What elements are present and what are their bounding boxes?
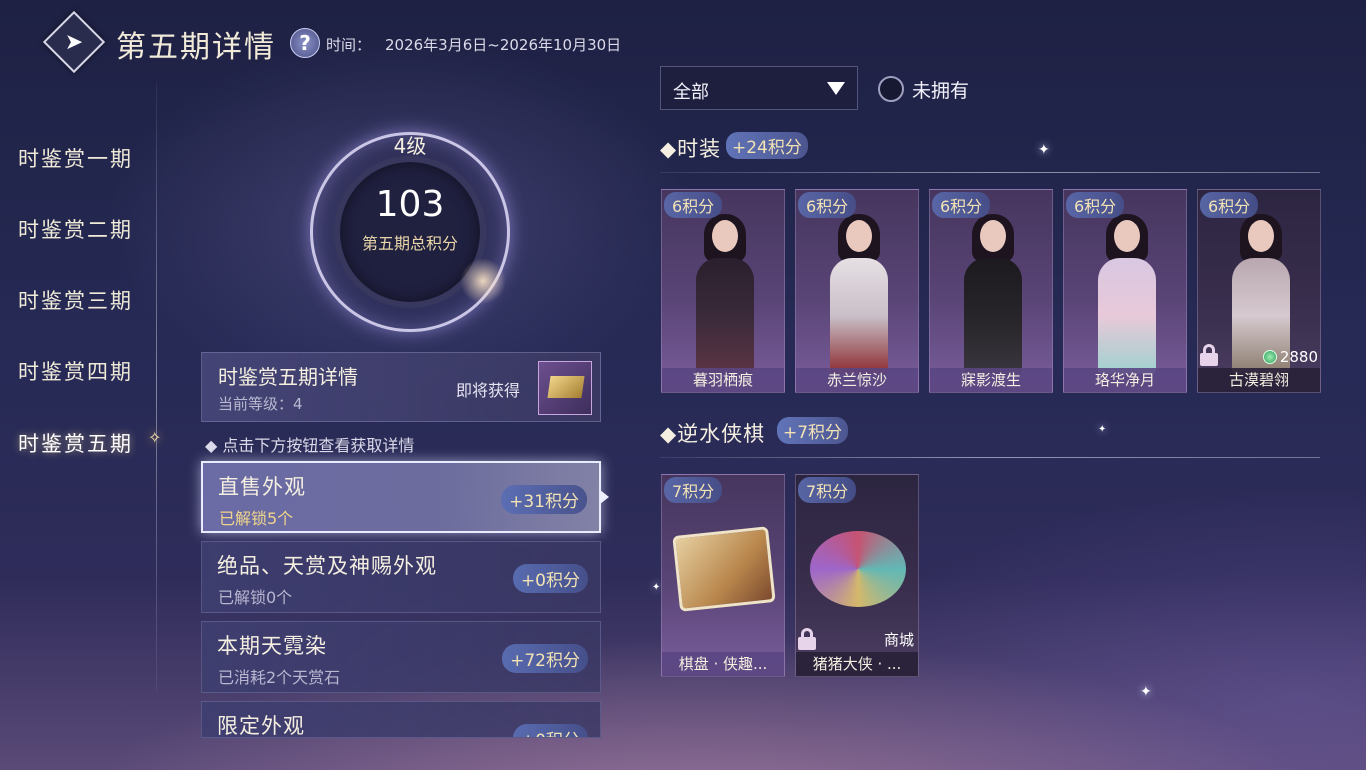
costume-figure: [830, 214, 888, 374]
source-title: 直售外观: [218, 475, 306, 499]
source-title: 限定外观: [217, 714, 305, 738]
nav-item-period-5[interactable]: 时鉴赏五期: [18, 428, 133, 458]
chest-item: [810, 531, 906, 607]
ring-glint: [460, 258, 506, 304]
hint-text: ◆ 点击下方按钮查看获取详情: [205, 436, 415, 455]
nav-item-period-3[interactable]: 时鉴赏三期: [18, 285, 133, 315]
card-name: 寐影渡生: [930, 368, 1052, 392]
shop-label: 商城: [883, 631, 914, 649]
section-title-fashion: ◆时装: [660, 137, 722, 161]
detail-title: 时鉴赏五期详情: [218, 365, 358, 389]
card-name: 猪猪大侠 · ...: [796, 652, 918, 676]
costume-figure: [964, 214, 1022, 374]
upcoming-reward-label: 即将获得: [456, 381, 521, 400]
lock-icon: [798, 628, 816, 650]
source-title: 本期天霓染: [217, 634, 327, 658]
item-card[interactable]: 6积分 2880 古漠碧翎: [1197, 189, 1321, 393]
card-name: 古漠碧翎: [1198, 368, 1320, 392]
item-card[interactable]: 7积分 商城 猪猪大侠 · ...: [795, 474, 919, 677]
total-score-value: 103: [375, 184, 445, 225]
source-points-badge: +31积分: [501, 485, 587, 514]
section-points-badge: +24积分: [726, 132, 808, 159]
card-name: 珞华净月: [1064, 368, 1186, 392]
source-direct-sale[interactable]: 直售外观 已解锁5个 +31积分: [201, 461, 601, 533]
chevron-down-icon: [827, 82, 845, 95]
card-points-badge: 6积分: [798, 192, 857, 218]
source-title: 绝品、天赏及神赐外观: [217, 554, 437, 578]
upcoming-reward-item[interactable]: [538, 361, 592, 415]
back-arrow-icon: ➤: [64, 29, 84, 55]
diamond-bullet-icon: ◆: [660, 422, 678, 446]
current-level-text: 当前等级：4: [218, 395, 303, 413]
diamond-bullet-icon: ◆: [205, 436, 223, 455]
card-price: 2880: [1262, 348, 1318, 366]
source-points-badge: +72积分: [502, 644, 588, 673]
jade-currency-icon: [1262, 350, 1277, 364]
sparkle-icon: ✦: [1038, 142, 1050, 158]
source-limited-appearance[interactable]: 限定外观 +0积分: [201, 701, 601, 738]
costume-figure: [1098, 214, 1156, 374]
nav-item-period-1[interactable]: 时鉴赏一期: [18, 143, 133, 173]
card-points-badge: 6积分: [1200, 192, 1259, 218]
item-card[interactable]: 6积分 暮羽栖痕: [661, 189, 785, 393]
time-label: 时间：: [326, 36, 372, 54]
item-card[interactable]: 7积分 棋盘 · 侠趣...: [661, 474, 785, 677]
chessboard-item: [672, 526, 776, 612]
card-points-badge: 7积分: [798, 477, 857, 503]
card-points-badge: 6积分: [1066, 192, 1125, 218]
section-title-chess: ◆逆水侠棋: [660, 422, 766, 446]
section-points-badge: +7积分: [777, 417, 849, 444]
card-points-badge: 7积分: [664, 477, 723, 503]
card-points-badge: 6积分: [664, 192, 723, 218]
source-subtitle: 已解锁5个: [219, 509, 294, 528]
source-points-badge: +0积分: [512, 724, 588, 737]
back-button[interactable]: ➤: [42, 10, 106, 74]
diamond-bullet-icon: ◆: [660, 137, 678, 161]
nav-item-period-2[interactable]: 时鉴赏二期: [18, 214, 133, 244]
costume-figure: [696, 214, 754, 374]
category-dropdown[interactable]: 全部: [660, 66, 858, 110]
time-value: 2026年3月6日~2026年10月30日: [385, 36, 622, 54]
source-subtitle: 已解锁0个: [218, 588, 293, 607]
sparkle-icon: ✦: [652, 582, 661, 593]
period-detail-panel[interactable]: 时鉴赏五期详情 当前等级：4 即将获得: [201, 352, 601, 422]
active-indicator-icon: ✧: [148, 428, 162, 447]
level-label: 4级: [393, 134, 427, 158]
section-divider: [660, 457, 1320, 458]
card-name: 棋盘 · 侠趣...: [662, 652, 784, 676]
nav-item-period-4[interactable]: 时鉴赏四期: [18, 356, 133, 386]
item-card[interactable]: 6积分 赤兰惊沙: [795, 189, 919, 393]
card-name: 暮羽栖痕: [662, 368, 784, 392]
nav-divider: [156, 82, 157, 692]
page-title: 第五期详情: [116, 30, 276, 65]
total-score-label: 第五期总积分: [361, 234, 458, 253]
gold-item-icon: [547, 376, 585, 398]
selected-pointer-icon: [600, 490, 609, 504]
source-subtitle: 已消耗2个天赏石: [218, 668, 341, 687]
sparkle-icon: ✦: [1140, 684, 1152, 700]
section-divider: [660, 172, 1320, 173]
not-owned-radio[interactable]: [878, 76, 904, 102]
source-dye[interactable]: 本期天霓染 已消耗2个天赏石 +72积分: [201, 621, 601, 693]
not-owned-label[interactable]: 未拥有: [912, 76, 969, 103]
source-points-badge: +0积分: [512, 564, 588, 593]
item-card[interactable]: 6积分 寐影渡生: [929, 189, 1053, 393]
lock-icon: [1200, 344, 1218, 366]
card-points-badge: 6积分: [932, 192, 991, 218]
source-premium-appearance[interactable]: 绝品、天赏及神赐外观 已解锁0个 +0积分: [201, 541, 601, 613]
card-name: 赤兰惊沙: [796, 368, 918, 392]
sparkle-icon: ✦: [1098, 424, 1107, 435]
dropdown-value: 全部: [673, 82, 709, 103]
item-card[interactable]: 6积分 珞华净月: [1063, 189, 1187, 393]
help-icon[interactable]: ?: [290, 28, 320, 58]
